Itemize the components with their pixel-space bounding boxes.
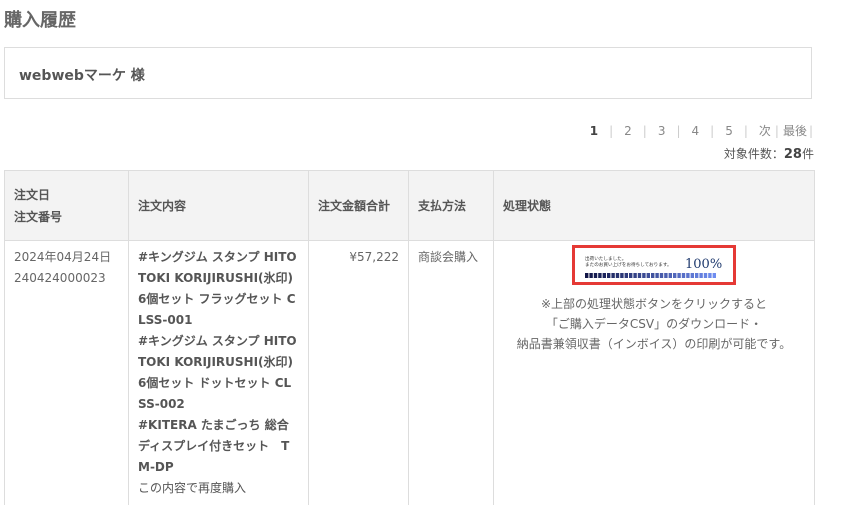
status-note: ※上部の処理状態ボタンをクリックすると 「ご購入データCSV」のダウンロード・ … [503,294,805,354]
progress-bar-segment [677,273,681,278]
status-shipped-text: 出荷いたしました。 [585,255,626,262]
status-note-line: ※上部の処理状態ボタンをクリックすると [540,297,768,311]
status-cell: 出荷いたしました。 またのお買い上げをお待ちしております。 100% ※上部の処… [493,240,815,505]
page-next-link[interactable]: 次 [748,122,775,139]
progress-bar-segment [651,273,655,278]
progress-bar-segment [620,273,624,278]
count-value: 28 [783,147,802,162]
progress-bar-segment [655,273,659,278]
header-amount: 注文金額合計 [308,170,409,241]
header-payment: 支払方法 [408,170,494,241]
progress-bar-segment [585,273,589,278]
progress-bar-segment [593,273,598,278]
customer-name: webwebマーケ 様 [19,68,145,84]
progress-bar-segment [629,273,633,278]
progress-bar-segment [607,273,611,278]
progress-bar-segment [642,273,646,278]
status-note-line: 「ご購入データCSV」のダウンロード・ [545,317,763,331]
header-date-label: 注文日 [14,187,51,202]
progress-bar-segment [611,273,615,278]
page-title: 購入履歴 [4,10,76,31]
progress-bar-segment [624,273,628,278]
order-history-table: 注文日 注文番号 注文内容 注文金額合計 支払方法 処理状態 2024年04月2… [4,170,815,505]
progress-bar-segment [712,273,716,278]
page-link-3[interactable]: 3 [647,124,677,138]
customer-box: webwebマーケ 様 [4,47,812,99]
order-amount: ¥57,222 [308,240,409,505]
count-label: 対象件数： [723,147,784,161]
progress-bar-segment [637,273,642,278]
progress-bar-segment [602,273,606,278]
progress-bar-segment [668,273,672,278]
header-date: 注文日 注文番号 [4,170,129,241]
reorder-link[interactable]: この内容で再度購入 [138,478,299,499]
progress-bar-segment [699,273,703,278]
progress-bar-segment [646,273,650,278]
order-number: 240424000023 [14,271,106,285]
page-link-2[interactable]: 2 [613,124,643,138]
status-note-line: 納品書兼領収書（インボイス）の印刷が可能です。 [516,337,792,351]
progress-bar-segment [686,273,690,278]
header-content: 注文内容 [128,170,309,241]
result-count: 対象件数：28件 [724,145,814,162]
progress-bar-segment [695,273,699,278]
order-item: #KITERA たまごっち 総合ディスプレイ付きセット TM-DP [138,418,290,474]
status-thanks-text: またのお買い上げをお待ちしております。 [585,261,672,268]
status-progress-image: 出荷いたしました。 またのお買い上げをお待ちしております。 100% [583,252,725,280]
table-header-row: 注文日 注文番号 注文内容 注文金額合計 支払方法 処理状態 [4,170,815,241]
table-row: 2024年04月24日 240424000023 #キングジム スタンプ HIT… [4,240,815,505]
progress-bar-segment [659,273,664,278]
page-link-4[interactable]: 4 [681,124,711,138]
progress-bar-segment [664,273,668,278]
order-content-cell: #キングジム スタンプ HITOTOKI KORIJIRUSHI(氷印) 6個セ… [128,240,309,505]
order-date: 2024年04月24日 [14,250,112,264]
progress-bar-segment [589,273,593,278]
header-status: 処理状態 [493,170,815,241]
order-date-cell: 2024年04月24日 240424000023 [4,240,129,505]
progress-bar-segment [703,273,708,278]
pagination: 1 | 2 | 3 | 4 | 5 | 次 | 最後 | [579,122,813,139]
progress-bar-segment [673,273,677,278]
progress-bar-segment [690,273,694,278]
progress-bar-segment [708,273,712,278]
page-last-link[interactable]: 最後 [779,122,809,139]
count-unit: 件 [801,147,814,161]
page-separator: | [808,123,813,138]
payment-method: 商談会購入 [408,240,494,505]
page-link-1[interactable]: 1 [579,124,609,138]
progress-bar-segment [681,273,686,278]
header-order-no-label: 注文番号 [14,209,63,224]
status-percent-text: 100% [685,257,722,272]
order-item: #キングジム スタンプ HITOTOKI KORIJIRUSHI(氷印) 6個セ… [138,334,297,411]
order-item: #キングジム スタンプ HITOTOKI KORIJIRUSHI(氷印) 6個セ… [138,250,297,327]
progress-bar-segment [633,273,637,278]
status-button[interactable]: 出荷いたしました。 またのお買い上げをお待ちしております。 100% [572,245,736,285]
progress-bar-segment [615,273,620,278]
page-link-5[interactable]: 5 [714,124,744,138]
progress-bar-segment [598,273,602,278]
